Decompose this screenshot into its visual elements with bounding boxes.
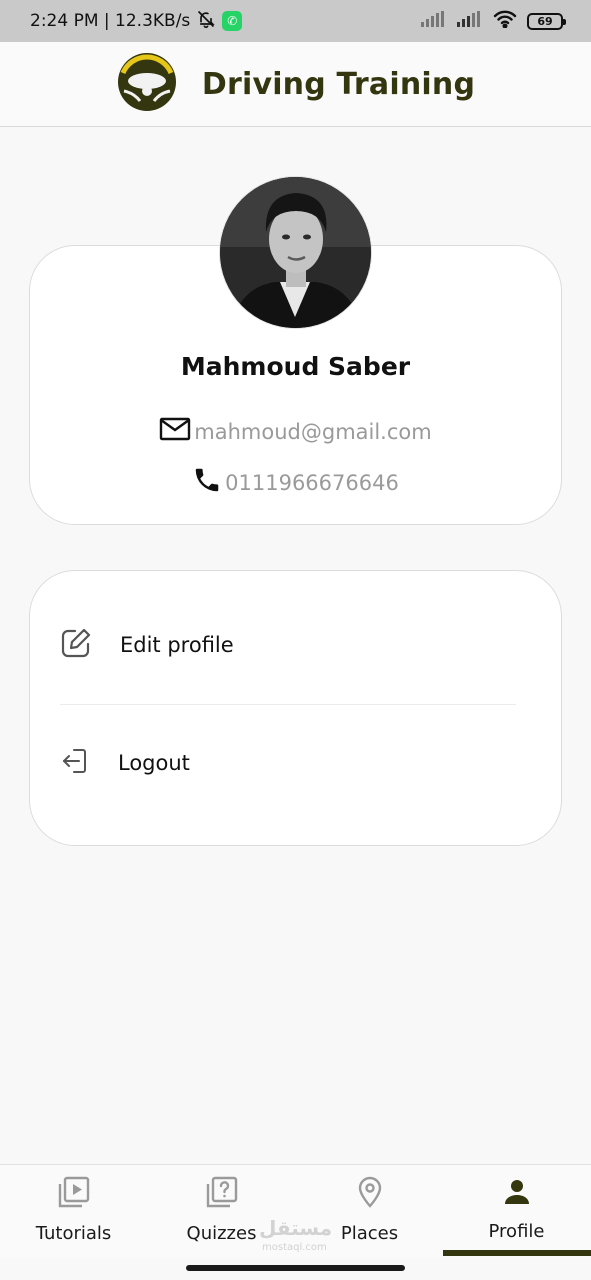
phone-icon: [192, 465, 222, 500]
logout-label: Logout: [118, 751, 190, 775]
active-tab-indicator: [443, 1250, 591, 1256]
status-time-speed: 2:24 PM | 12.3KB/s: [30, 11, 191, 31]
app-bar: Driving Training: [0, 42, 591, 127]
status-right: 69: [421, 10, 566, 33]
edit-profile-button[interactable]: Edit profile: [29, 610, 562, 680]
nav-quizzes-label: Quizzes: [186, 1223, 257, 1244]
wifi-icon: [493, 10, 517, 33]
whatsapp-icon: ✆: [222, 11, 243, 31]
status-left: 2:24 PM | 12.3KB/s ✆: [30, 9, 243, 34]
steering-wheel-icon: [116, 51, 178, 117]
person-icon: [500, 1175, 534, 1213]
battery-icon: 69: [527, 12, 566, 30]
phone-row: 0111966676646: [29, 465, 562, 500]
menu-divider: [60, 704, 516, 705]
quiz-icon: [205, 1175, 239, 1213]
user-phone: 0111966676646: [225, 470, 399, 495]
video-library-icon: [57, 1175, 91, 1213]
mail-icon: [159, 416, 191, 447]
email-row: mahmoud@gmail.com: [29, 416, 562, 447]
app-title: Driving Training: [201, 66, 476, 102]
signal-icon-2: [457, 10, 483, 32]
logout-icon: [60, 746, 90, 780]
nav-profile[interactable]: Profile: [443, 1165, 590, 1259]
nav-tutorials[interactable]: Tutorials: [0, 1165, 147, 1259]
signal-icon: [421, 10, 447, 32]
location-pin-icon: [353, 1175, 387, 1213]
edit-icon: [60, 627, 92, 663]
avatar: [220, 177, 371, 328]
watermark-text: مستقل: [259, 1216, 333, 1240]
nav-places-label: Places: [340, 1223, 399, 1244]
home-indicator[interactable]: [186, 1265, 405, 1271]
bell-off-icon: [196, 9, 216, 34]
logout-button[interactable]: Logout: [29, 728, 562, 798]
status-bar: 2:24 PM | 12.3KB/s ✆ 69: [0, 0, 591, 42]
user-name: Mahmoud Saber: [180, 352, 411, 381]
nav-profile-label: Profile: [488, 1221, 545, 1242]
user-email: mahmoud@gmail.com: [194, 419, 432, 444]
watermark-sub: mostaql.com: [262, 1242, 327, 1253]
edit-profile-label: Edit profile: [120, 633, 234, 657]
nav-tutorials-label: Tutorials: [35, 1223, 112, 1244]
